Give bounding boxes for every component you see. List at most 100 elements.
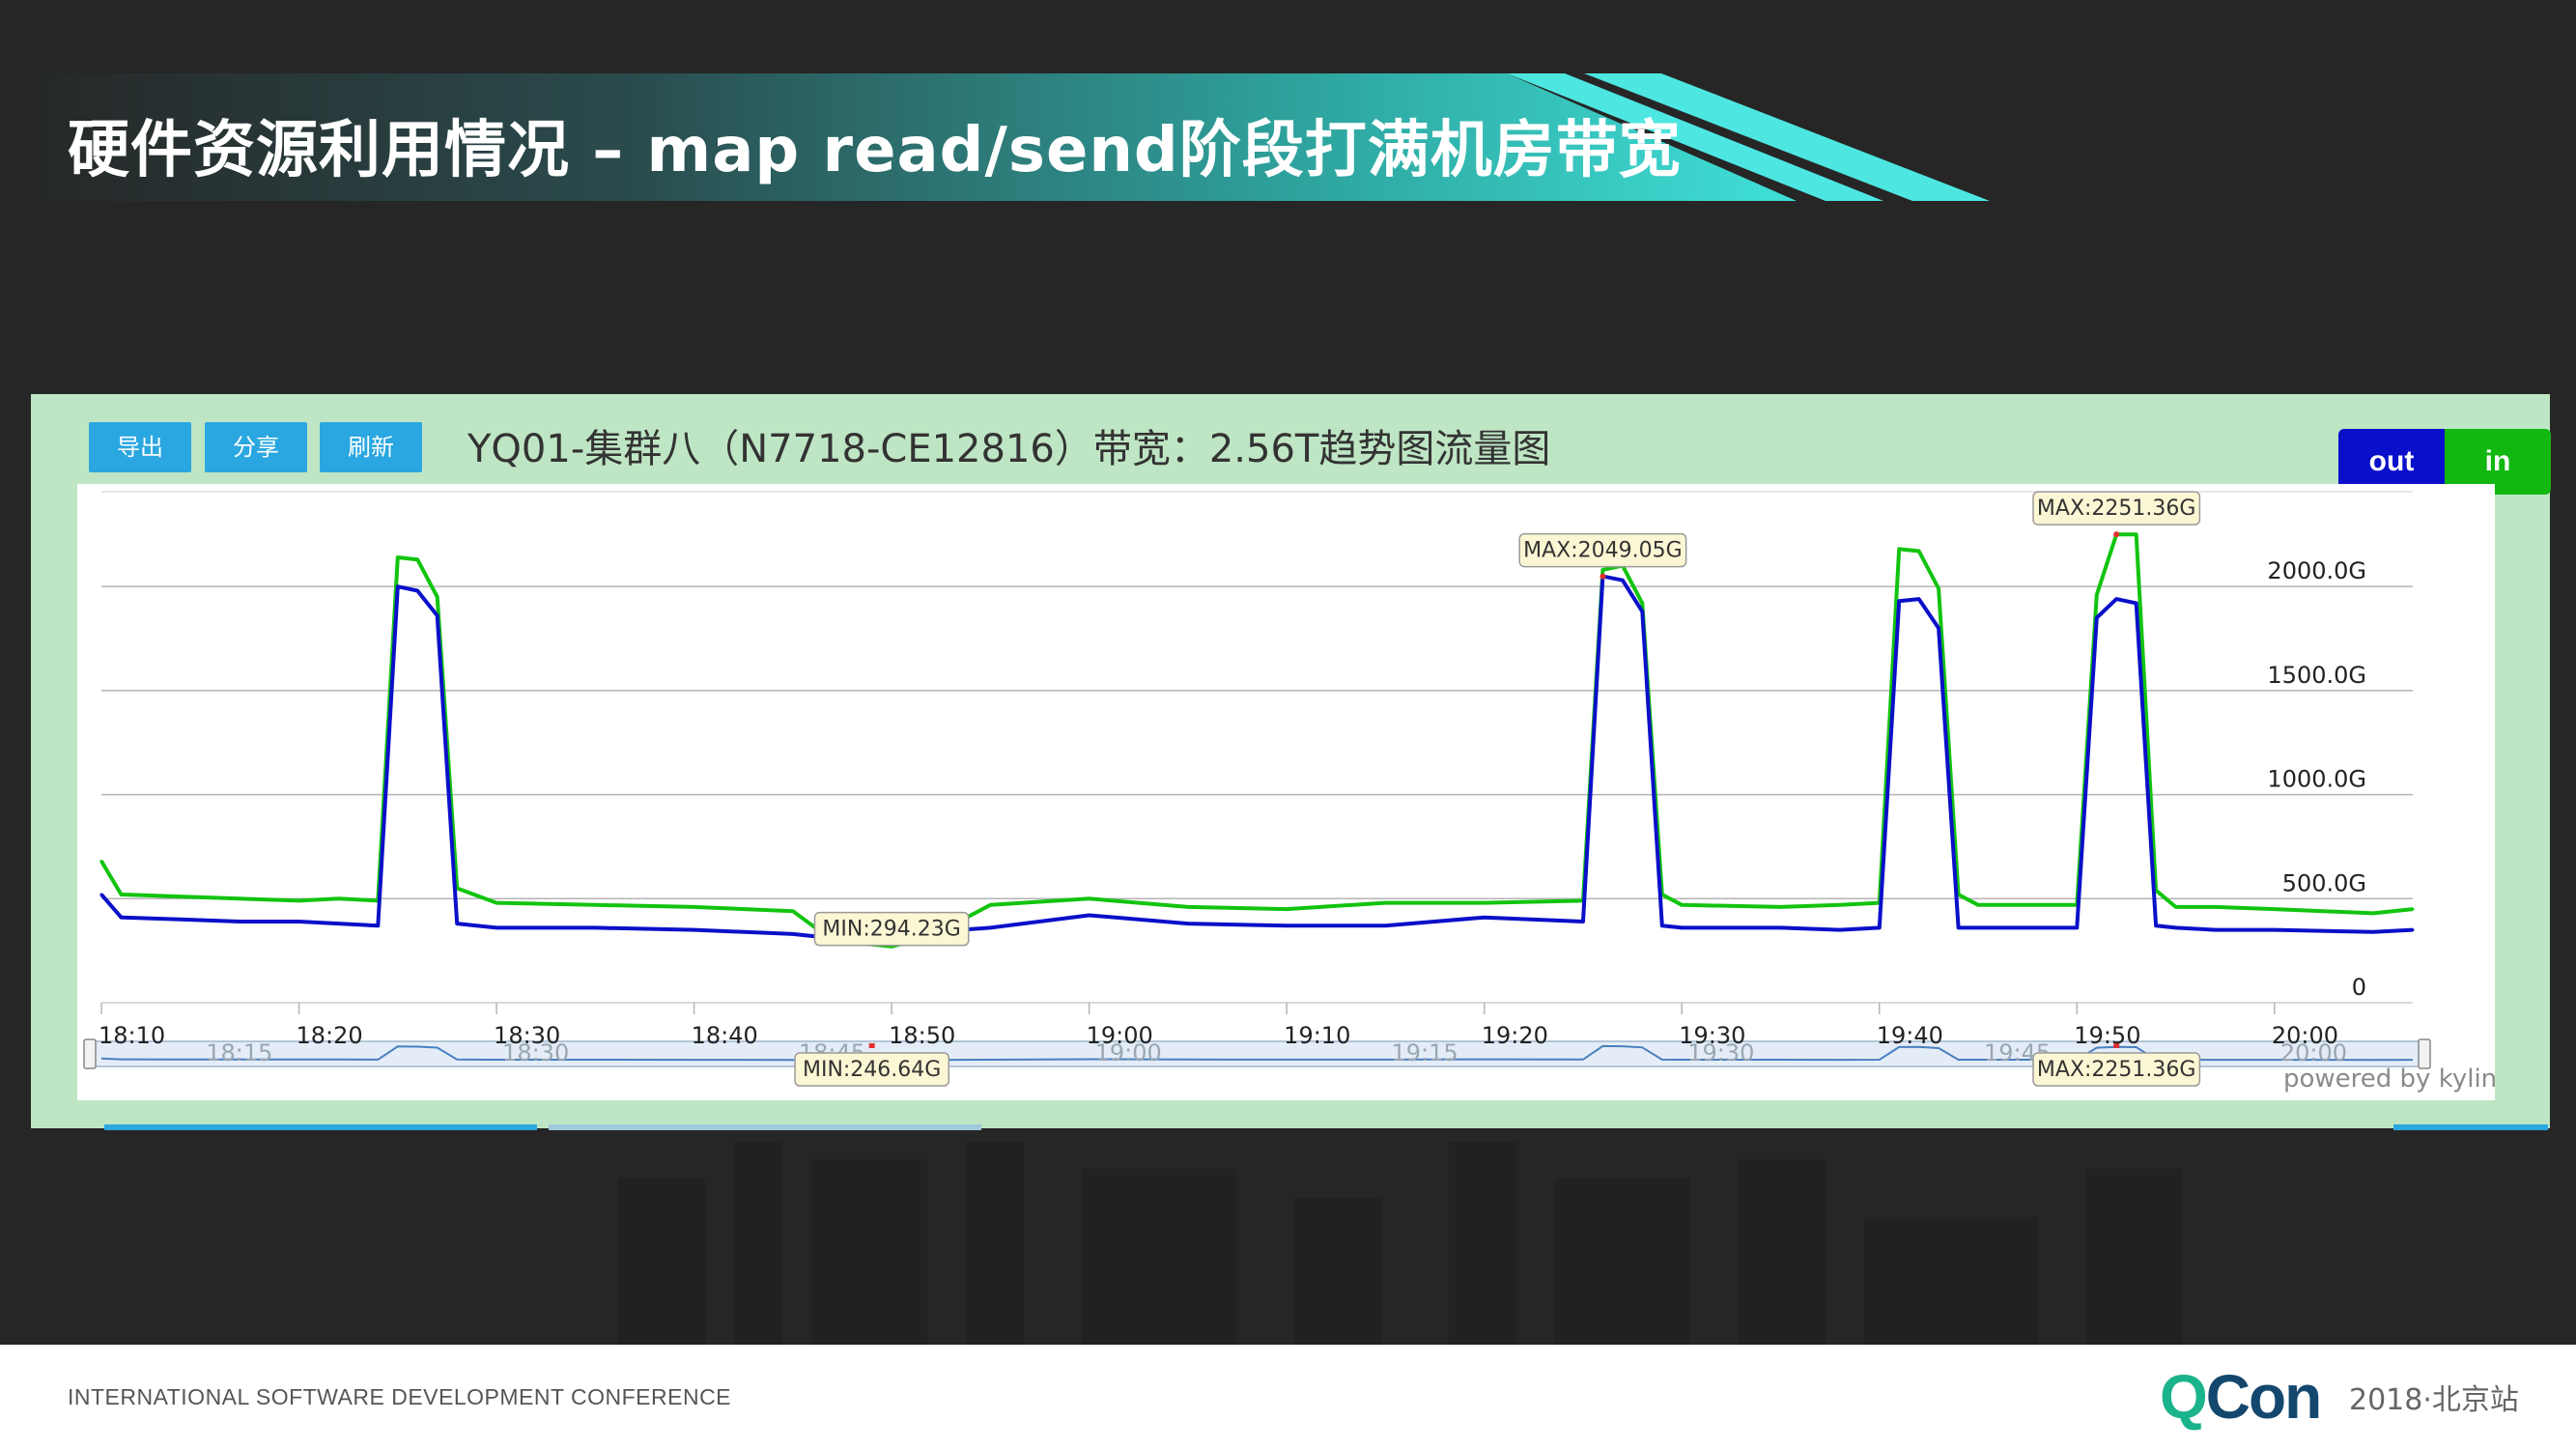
data-point-in	[1600, 568, 1604, 572]
data-point-out	[1779, 925, 1783, 929]
tab-indicator[interactable]	[549, 1124, 981, 1130]
tab-indicator[interactable]	[2393, 1124, 2548, 1130]
data-point-out	[1878, 925, 1882, 929]
data-point-out	[791, 932, 795, 936]
annotation-label: MAX:2049.05G	[1523, 539, 1683, 563]
x-tick-label: 19:50	[2074, 1022, 2140, 1049]
qcon-logo: QCon	[2160, 1361, 2322, 1433]
x-tick-label: 19:20	[1482, 1022, 1548, 1049]
data-point-in	[988, 903, 992, 907]
data-point-in	[99, 860, 103, 864]
data-point-in	[693, 905, 696, 909]
chart-title: YQ01-集群八（N7718-CE12816）带宽：2.56T趋势图流量图	[467, 427, 1551, 471]
data-point-out	[436, 613, 439, 617]
data-point-out	[2411, 928, 2415, 932]
data-point-in	[1976, 903, 1980, 907]
data-point-out	[1937, 626, 1940, 630]
export-button[interactable]: 导出	[89, 422, 191, 472]
bandwidth-line-chart: 18:1518:3018:4519:0019:1519:3019:4520:00…	[83, 491, 2431, 1087]
data-point-in	[436, 595, 439, 599]
data-point-in	[1383, 901, 1387, 905]
series-line-out	[99, 574, 2414, 944]
data-point-out	[1680, 925, 1684, 929]
data-point-out	[1285, 923, 1288, 927]
logo-con: Con	[2205, 1362, 2322, 1432]
x-tick-label: 19:10	[1284, 1022, 1350, 1049]
navigator-marker	[868, 1043, 875, 1048]
refresh-button[interactable]: 刷新	[320, 422, 422, 472]
data-point-in	[1937, 586, 1940, 590]
data-point-out	[2174, 925, 2178, 929]
data-point-in	[336, 896, 340, 900]
data-point-out	[1581, 920, 1585, 923]
data-point-in	[396, 555, 400, 559]
data-point-out	[238, 920, 241, 923]
data-point-out	[1483, 916, 1486, 920]
navigator-left-handle[interactable]	[83, 1038, 97, 1069]
annotation-marker	[1599, 573, 1606, 580]
data-point-out	[988, 925, 992, 929]
data-point-in	[1088, 896, 1091, 900]
y-tick-label: 1500.0G	[2267, 662, 2366, 689]
tab-indicator-active[interactable]	[104, 1124, 537, 1130]
data-point-out	[455, 922, 459, 925]
data-point-in	[238, 896, 241, 900]
annotation-label: MAX:2251.36G	[2037, 497, 2196, 521]
data-point-out	[1088, 914, 1091, 918]
data-point-out	[2273, 928, 2277, 932]
data-point-out	[2371, 930, 2375, 934]
data-point-out	[1838, 928, 1842, 932]
navigator-tick-label: 19:15	[1391, 1039, 1458, 1066]
data-point-out	[2154, 923, 2158, 927]
x-tick-label: 18:50	[889, 1022, 955, 1049]
data-point-in	[1917, 550, 1921, 554]
data-point-in	[1838, 903, 1842, 907]
conference-name: INTERNATIONAL SOFTWARE DEVELOPMENT CONFE…	[68, 1384, 732, 1409]
slide-title: 硬件资源利用情况 – map read/send阶段打满机房带宽	[68, 115, 1682, 186]
data-point-in	[2213, 905, 2217, 909]
data-point-out	[693, 928, 696, 932]
data-point-in	[2174, 905, 2178, 909]
x-tick-label: 18:30	[494, 1022, 560, 1049]
share-button[interactable]: 分享	[205, 422, 307, 472]
data-point-in	[1640, 601, 1644, 605]
data-point-out	[1897, 599, 1901, 603]
data-point-out	[1976, 925, 1980, 929]
data-point-in	[1483, 901, 1486, 905]
data-point-in	[2273, 907, 2277, 911]
data-point-out	[495, 925, 498, 929]
data-point-out	[2135, 601, 2138, 605]
data-point-in	[2135, 532, 2138, 536]
data-point-in	[415, 557, 419, 561]
data-point-in	[1680, 903, 1684, 907]
y-tick-label: 2000.0G	[2267, 557, 2366, 584]
powered-by-label: powered by kylin	[2283, 1065, 2498, 1094]
data-point-in	[1779, 905, 1783, 909]
y-tick-label: 0	[2352, 974, 2366, 1001]
data-point-in	[1285, 907, 1288, 911]
data-point-out	[297, 920, 301, 923]
series-line-in	[99, 532, 2414, 949]
data-point-in	[593, 903, 597, 907]
data-point-in	[2411, 907, 2415, 911]
data-point-out	[2075, 925, 2079, 929]
x-tick-label: 19:30	[1679, 1022, 1745, 1049]
logo-q: Q	[2160, 1362, 2208, 1432]
data-point-out	[415, 588, 419, 592]
data-point-in	[179, 895, 183, 898]
city-silhouette	[618, 1140, 2183, 1345]
data-point-in	[1186, 905, 1190, 909]
navigator-tick-label: 18:15	[206, 1039, 272, 1066]
data-point-in	[297, 898, 301, 902]
data-point-out	[99, 893, 103, 896]
x-tick-label: 19:40	[1877, 1022, 1943, 1049]
y-tick-label: 500.0G	[2282, 869, 2366, 896]
x-tick-label: 18:10	[99, 1022, 165, 1049]
data-point-out	[2095, 615, 2099, 619]
data-point-out	[1621, 579, 1625, 582]
data-point-out	[1917, 597, 1921, 601]
data-point-in	[2095, 593, 2099, 597]
data-point-in	[119, 893, 123, 896]
x-tick-label: 18:40	[692, 1022, 758, 1049]
data-point-out	[1660, 923, 1664, 927]
